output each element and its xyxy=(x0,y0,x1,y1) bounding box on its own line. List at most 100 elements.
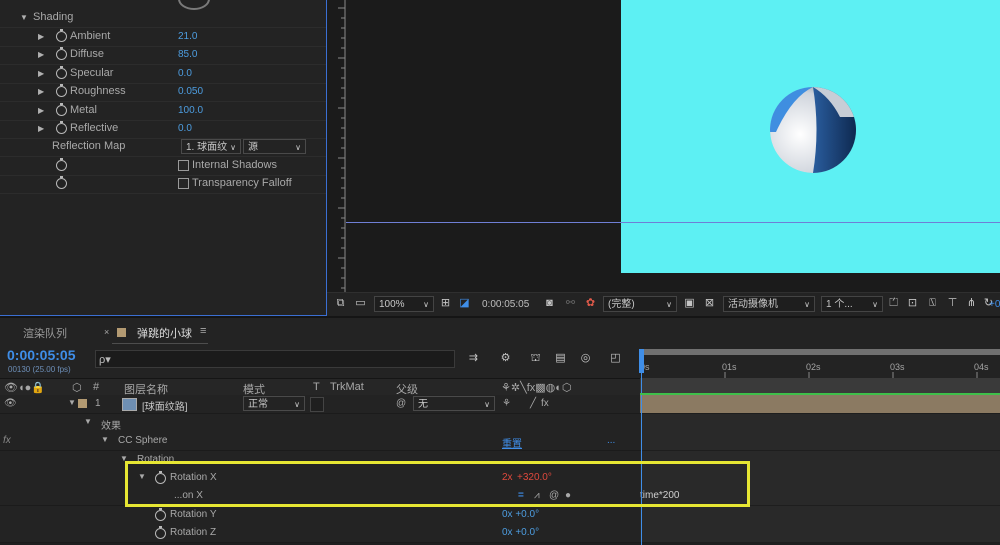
label-color-swatch[interactable] xyxy=(78,399,87,408)
expand-triangle-icon[interactable]: ▼ xyxy=(101,435,109,444)
chevron-down-icon: ∨ xyxy=(230,143,236,152)
comp-mini-flowchart-icon[interactable]: ⇉ xyxy=(468,353,479,364)
quality-switch-icon[interactable]: ╱ xyxy=(530,398,536,409)
exposure-value[interactable]: +0 xyxy=(989,297,1000,312)
transparency-grid-icon[interactable]: ⊠ xyxy=(704,298,715,309)
property-row-roughness[interactable]: ▶ Roughness 0.050 xyxy=(0,83,326,102)
fx-icon: fx xyxy=(3,435,11,446)
stopwatch-icon[interactable] xyxy=(56,84,67,97)
current-time-indicator[interactable] xyxy=(639,349,644,373)
rotation-z-value[interactable]: 0x +0.0° xyxy=(502,527,539,538)
internal-shadows-row: Internal Shadows xyxy=(0,157,326,176)
shy-layers-icon[interactable]: ⛫ xyxy=(530,353,541,364)
grid-icon[interactable]: ⊞ xyxy=(440,298,451,309)
collapse-triangle-icon[interactable]: ▶ xyxy=(38,106,44,115)
transparency-falloff-checkbox[interactable] xyxy=(178,178,189,189)
guide-line[interactable] xyxy=(346,222,1000,223)
collapse-triangle-icon[interactable]: ▶ xyxy=(38,50,44,59)
collapse-triangle-icon[interactable]: ▶ xyxy=(38,124,44,133)
layer-mode-dropdown[interactable]: 正常 ∨ xyxy=(243,396,305,411)
reset-link[interactable]: 重置 xyxy=(502,435,522,450)
collapse-triangle-icon[interactable]: ▶ xyxy=(38,69,44,78)
reset-exposure-icon[interactable]: ⊡ xyxy=(907,298,918,309)
property-value[interactable]: 100.0 xyxy=(178,105,203,116)
color-channels-icon[interactable]: ✿ xyxy=(585,298,596,309)
stopwatch-icon[interactable] xyxy=(56,121,67,134)
shading-group-row[interactable]: ▼ Shading xyxy=(0,9,326,28)
property-row-specular[interactable]: ▶ Specular 0.0 xyxy=(0,65,326,84)
more-options-link[interactable]: ... xyxy=(607,435,615,446)
internal-shadows-checkbox[interactable] xyxy=(178,160,189,171)
frame-blending-icon[interactable]: ▤ xyxy=(555,353,566,364)
effects-row[interactable]: ▼ 效果 xyxy=(0,414,640,433)
work-area-bar[interactable] xyxy=(640,349,1000,355)
stopwatch-icon[interactable] xyxy=(56,47,67,60)
graph-editor-icon[interactable]: ◰ xyxy=(610,353,621,364)
layer-search-input[interactable]: ρ▾ xyxy=(95,350,455,368)
region-of-interest-icon[interactable]: ▣ xyxy=(684,298,695,309)
layer-row[interactable]: 👁 ▼ 1 [球面纹路] 正常 ∨ @ 无 ∨ ⚘ ╱ fx xyxy=(0,395,640,414)
reflection-map-source-dropdown[interactable]: 源 ∨ xyxy=(243,139,306,154)
camera-snapshot-icon[interactable]: ◙ xyxy=(544,298,555,309)
expand-triangle-icon[interactable]: ▼ xyxy=(68,398,76,407)
flowchart-icon[interactable]: ⋔ xyxy=(966,298,977,309)
fast-previews-icon[interactable]: ⍂ xyxy=(927,298,938,309)
zoom-dropdown[interactable]: 100% ∨ xyxy=(374,296,434,312)
col-t: T xyxy=(313,381,320,393)
resolution-dropdown[interactable]: (完整) ∨ xyxy=(603,296,677,312)
layer-name[interactable]: [球面纹路] xyxy=(142,398,188,413)
stopwatch-icon[interactable] xyxy=(155,508,166,521)
property-row-metal[interactable]: ▶ Metal 100.0 xyxy=(0,102,326,121)
chevron-down-icon: ∨ xyxy=(872,300,878,309)
collapse-triangle-icon[interactable]: ▶ xyxy=(38,32,44,41)
tab-composition[interactable]: 弹跳的小球 xyxy=(137,325,192,341)
property-value[interactable]: 85.0 xyxy=(178,49,197,60)
stopwatch-icon[interactable] xyxy=(56,66,67,79)
always-preview-icon[interactable]: ⧉ xyxy=(335,298,346,309)
motion-blur-icon[interactable]: ◎ xyxy=(580,353,591,364)
pickwhip-icon[interactable]: @ xyxy=(396,398,406,409)
expand-triangle-icon[interactable]: ▼ xyxy=(20,13,28,22)
eye-icon[interactable]: 👁 xyxy=(4,398,17,409)
close-tab-icon[interactable]: × xyxy=(104,327,109,337)
stopwatch-icon[interactable] xyxy=(56,103,67,116)
timeline-icon[interactable]: ⊤ xyxy=(947,298,958,309)
rotation-z-label: Rotation Z xyxy=(170,527,217,538)
camera-dropdown[interactable]: 活动摄像机 ∨ xyxy=(723,296,815,312)
property-row-reflective[interactable]: ▶ Reflective 0.0 xyxy=(0,120,326,139)
shy-switch-icon[interactable]: ⚘ xyxy=(502,398,511,409)
stopwatch-icon[interactable] xyxy=(56,176,67,189)
stopwatch-icon[interactable] xyxy=(56,158,67,171)
viewer-timecode[interactable]: 0:00:05:05 xyxy=(482,297,529,312)
tab-menu-icon[interactable]: ≡ xyxy=(200,325,206,337)
stopwatch-icon[interactable] xyxy=(155,526,166,539)
views-dropdown[interactable]: 1 个... ∨ xyxy=(821,296,883,312)
monitor-icon[interactable]: ▭ xyxy=(355,298,366,309)
property-value[interactable]: 0.0 xyxy=(178,123,192,134)
collapse-triangle-icon[interactable]: ▶ xyxy=(38,87,44,96)
toggle-pixel-icon[interactable]: ⏍ xyxy=(888,298,899,309)
tab-render-queue[interactable]: 渲染队列 xyxy=(23,325,67,341)
property-row-diffuse[interactable]: ▶ Diffuse 85.0 xyxy=(0,46,326,65)
property-value[interactable]: 0.0 xyxy=(178,68,192,79)
mask-visibility-icon[interactable]: ◪ xyxy=(459,298,470,309)
rotation-z-row[interactable]: Rotation Z 0x +0.0° xyxy=(0,524,640,543)
rotation-y-value[interactable]: 0x +0.0° xyxy=(502,509,539,520)
expand-triangle-icon[interactable]: ▼ xyxy=(84,417,92,426)
show-snapshot-icon[interactable]: ⚯ xyxy=(565,298,576,309)
fx-switch-icon[interactable]: fx xyxy=(541,398,549,409)
effect-row-cc-sphere[interactable]: fx ▼ CC Sphere 重置 ... xyxy=(0,432,640,451)
rotation-y-row[interactable]: Rotation Y 0x +0.0° xyxy=(0,506,640,525)
property-value[interactable]: 21.0 xyxy=(178,31,197,42)
draft-3d-icon[interactable]: ⚙ xyxy=(500,353,511,364)
property-value[interactable]: 0.050 xyxy=(178,86,203,97)
layer-duration-bar[interactable] xyxy=(640,395,1000,414)
reflection-map-layer-dropdown[interactable]: 1. 球面纹 ∨ xyxy=(181,139,241,154)
property-row-ambient[interactable]: ▶ Ambient 21.0 xyxy=(0,28,326,47)
parent-dropdown[interactable]: 无 ∨ xyxy=(413,396,495,411)
stopwatch-icon[interactable] xyxy=(56,29,67,42)
current-time-display[interactable]: 0:00:05:05 xyxy=(7,347,76,363)
current-time-line xyxy=(641,373,642,545)
reflection-map-label: Reflection Map xyxy=(52,140,126,152)
trkmat-box[interactable] xyxy=(310,397,324,412)
